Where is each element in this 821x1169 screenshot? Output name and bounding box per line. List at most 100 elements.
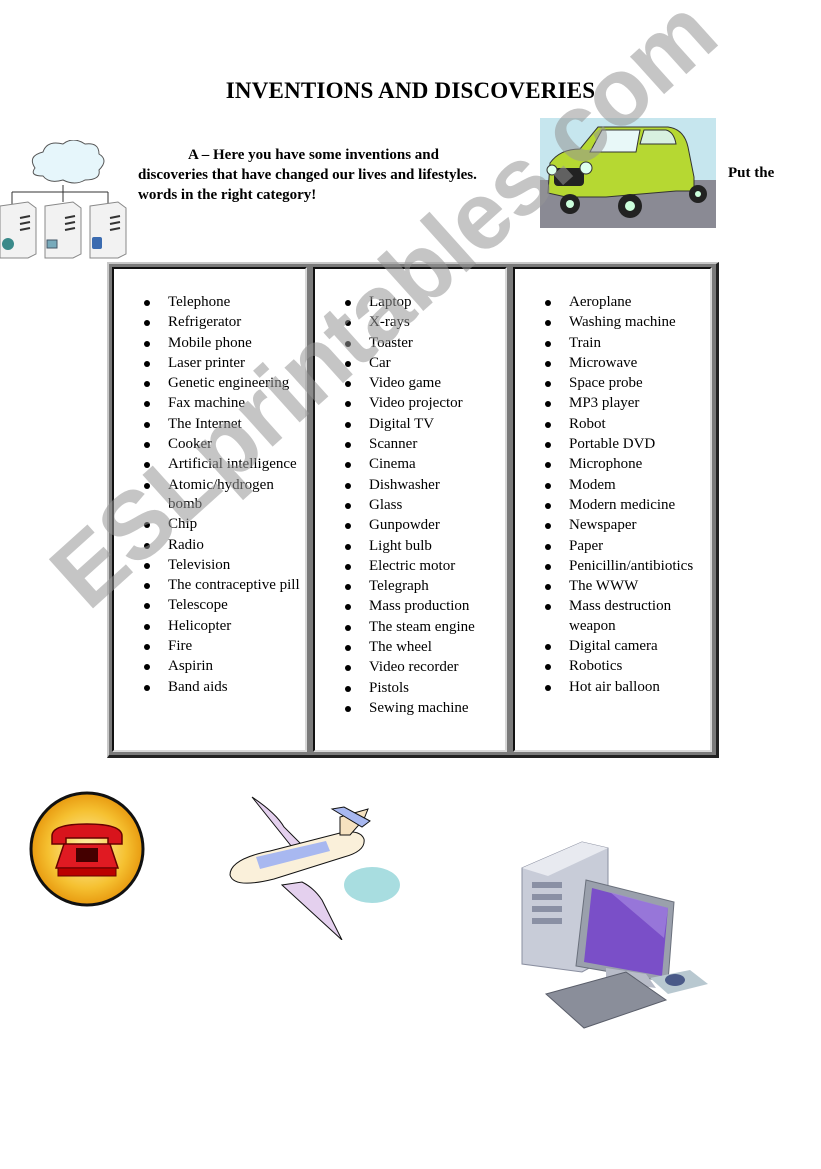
bullet-icon [345,320,351,327]
bullet-icon [545,462,551,469]
bullet-icon [345,584,351,591]
list-item-label: Modem [569,476,616,493]
bullet-icon [345,300,351,306]
bullet-icon [144,583,150,590]
list-item-label: Cinema [369,456,416,473]
list-item: Mass production [343,597,503,616]
bullet-icon [144,381,150,388]
list-item: Digital TV [343,415,503,434]
bullet-icon [345,462,351,469]
list-item: Laptop [343,293,503,312]
bullet-icon [144,340,150,347]
instructions-line-3: words in the right category! [138,187,317,203]
bullet-icon [144,300,150,306]
list-item-label: X-rays [369,314,410,331]
list-item: Train [543,334,708,353]
list-item: Microwave [543,354,708,373]
list-item-label: Fax machine [168,395,246,412]
list-item: Modern medicine [543,496,708,515]
desktop-computer-icon [521,841,708,1029]
list-item: Cooker [142,435,303,454]
list-item-label: Laptop [369,294,412,310]
list-item-label: Pistols [369,679,410,696]
list-item: Radio [142,536,303,555]
list-item-label: Electric motor [369,557,456,574]
bullet-icon [545,584,551,591]
list-item: Electric motor [343,557,503,576]
list-item: Helicopter [142,617,303,636]
list-item: Artificial intelligence [142,455,303,474]
green-mini-car-icon [540,118,716,228]
list-item-label: Hot air balloon [569,678,660,695]
bullet-icon [345,421,351,428]
instructions-line-1: A – Here you have some inventions and [188,147,439,163]
bullet-icon [545,644,551,651]
bullet-icon [144,482,150,489]
list-item-label: Microwave [569,354,638,371]
list-item-label: Television [168,556,231,573]
list-item: X-rays [343,313,503,332]
bullet-icon [144,462,150,469]
instructions-tail: Put the [728,165,775,181]
bullet-icon [144,684,150,691]
list-item: Microphone [543,455,708,474]
column-3-list: Aeroplane Washing machine Train Microwave Sp… [543,293,708,698]
bullet-icon [545,543,551,550]
list-item-label: Radio [168,536,204,553]
list-item: Telephone [142,293,303,312]
list-item-label: Telephone [168,294,231,310]
page-title: INVENTIONS AND DISCOVERIES [225,78,596,103]
list-item-label: Aspirin [168,658,213,675]
list-item-label: Dishwasher [369,476,440,493]
list-item: Video game [343,374,503,393]
list-item-label: Band aids [168,678,228,695]
bullet-icon [345,401,351,408]
list-item-label: Video projector [369,395,463,412]
bullet-icon [545,604,551,611]
list-item: Cinema [343,455,503,474]
list-item: Video recorder [343,658,503,677]
bullet-icon [144,664,150,671]
bullet-icon [545,563,551,570]
list-item: Robot [543,415,708,434]
bullet-icon [545,401,551,408]
list-item-label: The steam engine [369,618,475,635]
list-item-label: Digital TV [369,415,435,432]
list-item: Refrigerator [142,313,303,332]
list-item: Hot air balloon [543,678,708,697]
bullet-icon [345,645,351,652]
list-item-label: The wheel [369,639,432,656]
bullet-icon [345,340,351,347]
list-item-label: Modern medicine [569,496,676,513]
bullet-icon [345,563,351,570]
list-item-label: Toaster [369,334,413,351]
list-item: Aspirin [142,657,303,676]
bullet-icon [345,360,351,367]
list-item-label: Refrigerator [168,314,242,331]
list-item: Space probe [543,374,708,393]
list-item: Digital camera [543,637,708,656]
bullet-icon [545,482,551,489]
bullet-icon [545,442,551,449]
list-item: Newspaper [543,516,708,535]
bullet-icon [545,684,551,691]
list-item-label: Washing machine [569,314,676,331]
list-item-label: Mass destruction weapon [569,598,672,634]
list-item: Chip [142,515,303,534]
list-item-label: Train [569,334,601,351]
aeroplane-icon [229,796,400,940]
list-item-label: Gunpowder [369,517,440,534]
list-item-label: Fire [168,638,193,655]
list-item-label: Robot [569,415,606,432]
list-item: MP3 player [543,394,708,413]
bullet-icon [144,542,150,549]
list-item-label: Artificial intelligence [168,456,297,473]
list-item-label: Newspaper [569,517,637,534]
list-item-label: Light bulb [369,537,432,554]
list-item: Sewing machine [343,699,503,718]
bullet-icon [545,502,551,509]
list-item-label: Paper [569,537,604,554]
list-item: Car [343,354,503,373]
bullet-icon [144,522,150,529]
list-item: Fax machine [142,394,303,413]
